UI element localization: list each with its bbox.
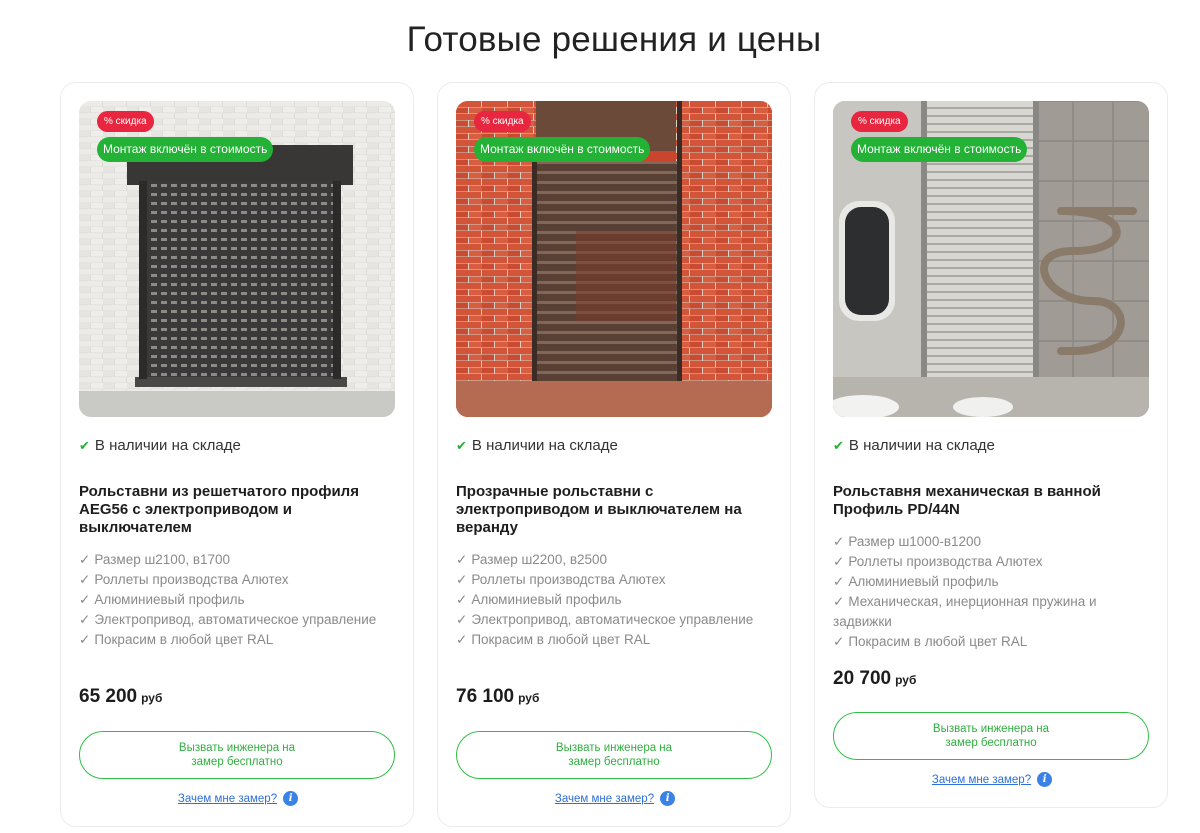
feature-item: ✓ Покрасим в любой цвет RAL: [833, 634, 1028, 649]
feature-item: ✓ Размер ш1000-в1200: [833, 534, 982, 549]
feature-item: ✓ Роллеты производства Алютех: [456, 572, 666, 587]
price-currency: руб: [141, 691, 163, 705]
tick-icon: ✓: [833, 534, 845, 549]
feature-list: ✓ Размер ш1000-в1200 ✓ Роллеты производств…: [833, 532, 1149, 652]
installation-badge: Монтаж включён в стоимость: [474, 137, 651, 162]
discount-badge: % скидка: [851, 111, 908, 132]
tick-icon: ✓: [79, 572, 91, 587]
feature-item: ✓ Алюминиевый профиль: [456, 592, 622, 607]
tick-icon: ✓: [456, 612, 468, 627]
feature-item: ✓ Размер ш2200, в2500: [456, 552, 608, 567]
stock-label: В наличии на складе: [848, 437, 995, 454]
product-image-transparent-shutter[interactable]: % скидка Монтаж включён в стоимость: [456, 101, 772, 417]
feature-item: ✓ Покрасим в любой цвет RAL: [79, 632, 274, 647]
feature-item: ✓ Алюминиевый профиль: [79, 592, 245, 607]
why-measure-link[interactable]: Зачем мне замер?: [178, 793, 277, 805]
product-card: % скидка Монтаж включён в стоимость ✔ В …: [437, 82, 791, 827]
tick-icon: ✓: [456, 592, 468, 607]
product-card: % скидка Монтаж включён в стоимость ✔ В …: [814, 82, 1168, 808]
feature-item: ✓ Размер ш2100, в1700: [79, 552, 231, 567]
why-measure: Зачем мне замер? i: [61, 791, 415, 806]
installation-badge: Монтаж включён в стоимость: [97, 137, 274, 162]
price-amount: 76 100: [456, 686, 515, 707]
product-title[interactable]: Рольставни из решетчатого профиля AEG56 …: [79, 483, 401, 537]
stock-status: ✔ В наличии на складе: [456, 437, 618, 454]
product-image-bathroom-shutter[interactable]: % скидка Монтаж включён в стоимость: [833, 101, 1149, 417]
price: 76 100 руб: [456, 686, 539, 708]
info-icon[interactable]: i: [660, 791, 676, 806]
feature-item: ✓ Покрасим в любой цвет RAL: [456, 632, 651, 647]
price-currency: руб: [895, 673, 917, 687]
call-engineer-button[interactable]: Вызвать инженера на замер бесплатно: [456, 731, 772, 779]
feature-item: ✓ Электропривод, автоматическое управлени…: [79, 612, 377, 627]
installation-badge: Монтаж включён в стоимость: [851, 137, 1028, 162]
tick-icon: ✓: [79, 552, 91, 567]
tick-icon: ✓: [833, 594, 845, 609]
tick-icon: ✓: [79, 612, 91, 627]
info-icon[interactable]: i: [283, 791, 299, 806]
call-engineer-button[interactable]: Вызвать инженера на замер бесплатно: [79, 731, 395, 779]
stock-status: ✔ В наличии на складе: [79, 437, 241, 454]
feature-item: ✓ Электропривод, автоматическое управлени…: [456, 612, 754, 627]
stock-status: ✔ В наличии на складе: [833, 437, 995, 454]
feature-item: ✓ Алюминиевый профиль: [833, 574, 999, 589]
price-amount: 65 200: [79, 686, 138, 707]
check-icon: ✔: [79, 437, 90, 453]
feature-item: ✓ Роллеты производства Алютех: [79, 572, 289, 587]
why-measure: Зачем мне замер? i: [438, 791, 792, 806]
why-measure-link[interactable]: Зачем мне замер?: [555, 793, 654, 805]
tick-icon: ✓: [833, 574, 845, 589]
tick-icon: ✓: [456, 572, 468, 587]
product-image-grille-shutter[interactable]: % скидка Монтаж включён в стоимость: [79, 101, 395, 417]
stock-label: В наличии на складе: [471, 437, 618, 454]
stock-label: В наличии на складе: [94, 437, 241, 454]
why-measure-link[interactable]: Зачем мне замер?: [932, 774, 1031, 786]
price-currency: руб: [518, 691, 540, 705]
tick-icon: ✓: [79, 592, 91, 607]
discount-badge: % скидка: [97, 111, 154, 132]
tick-icon: ✓: [456, 632, 468, 647]
feature-list: ✓ Размер ш2100, в1700 ✓ Роллеты производст…: [79, 550, 395, 650]
tick-icon: ✓: [456, 552, 468, 567]
page-title: Готовые решения и цены: [406, 20, 822, 59]
feature-item: ✓ Роллеты производства Алютех: [833, 554, 1043, 569]
price-amount: 20 700: [833, 668, 892, 689]
feature-list: ✓ Размер ш2200, в2500 ✓ Роллеты производст…: [456, 550, 772, 650]
tick-icon: ✓: [833, 634, 845, 649]
product-title[interactable]: Прозрачные рольставни с электроприводом …: [456, 483, 778, 537]
tick-icon: ✓: [79, 632, 91, 647]
call-engineer-button[interactable]: Вызвать инженера на замер бесплатно: [833, 712, 1149, 760]
tick-icon: ✓: [833, 554, 845, 569]
price: 20 700 руб: [833, 668, 916, 690]
why-measure: Зачем мне замер? i: [815, 772, 1169, 787]
info-icon[interactable]: i: [1037, 772, 1053, 787]
price: 65 200 руб: [79, 686, 162, 708]
check-icon: ✔: [456, 437, 467, 453]
discount-badge: % скидка: [474, 111, 531, 132]
feature-item: ✓ Механическая, инерционная пружина и зад…: [833, 594, 1097, 629]
product-title[interactable]: Рольставня механическая в ванной Профиль…: [833, 483, 1155, 519]
product-card: % скидка Монтаж включён в стоимость ✔ В …: [60, 82, 414, 827]
check-icon: ✔: [833, 437, 844, 453]
